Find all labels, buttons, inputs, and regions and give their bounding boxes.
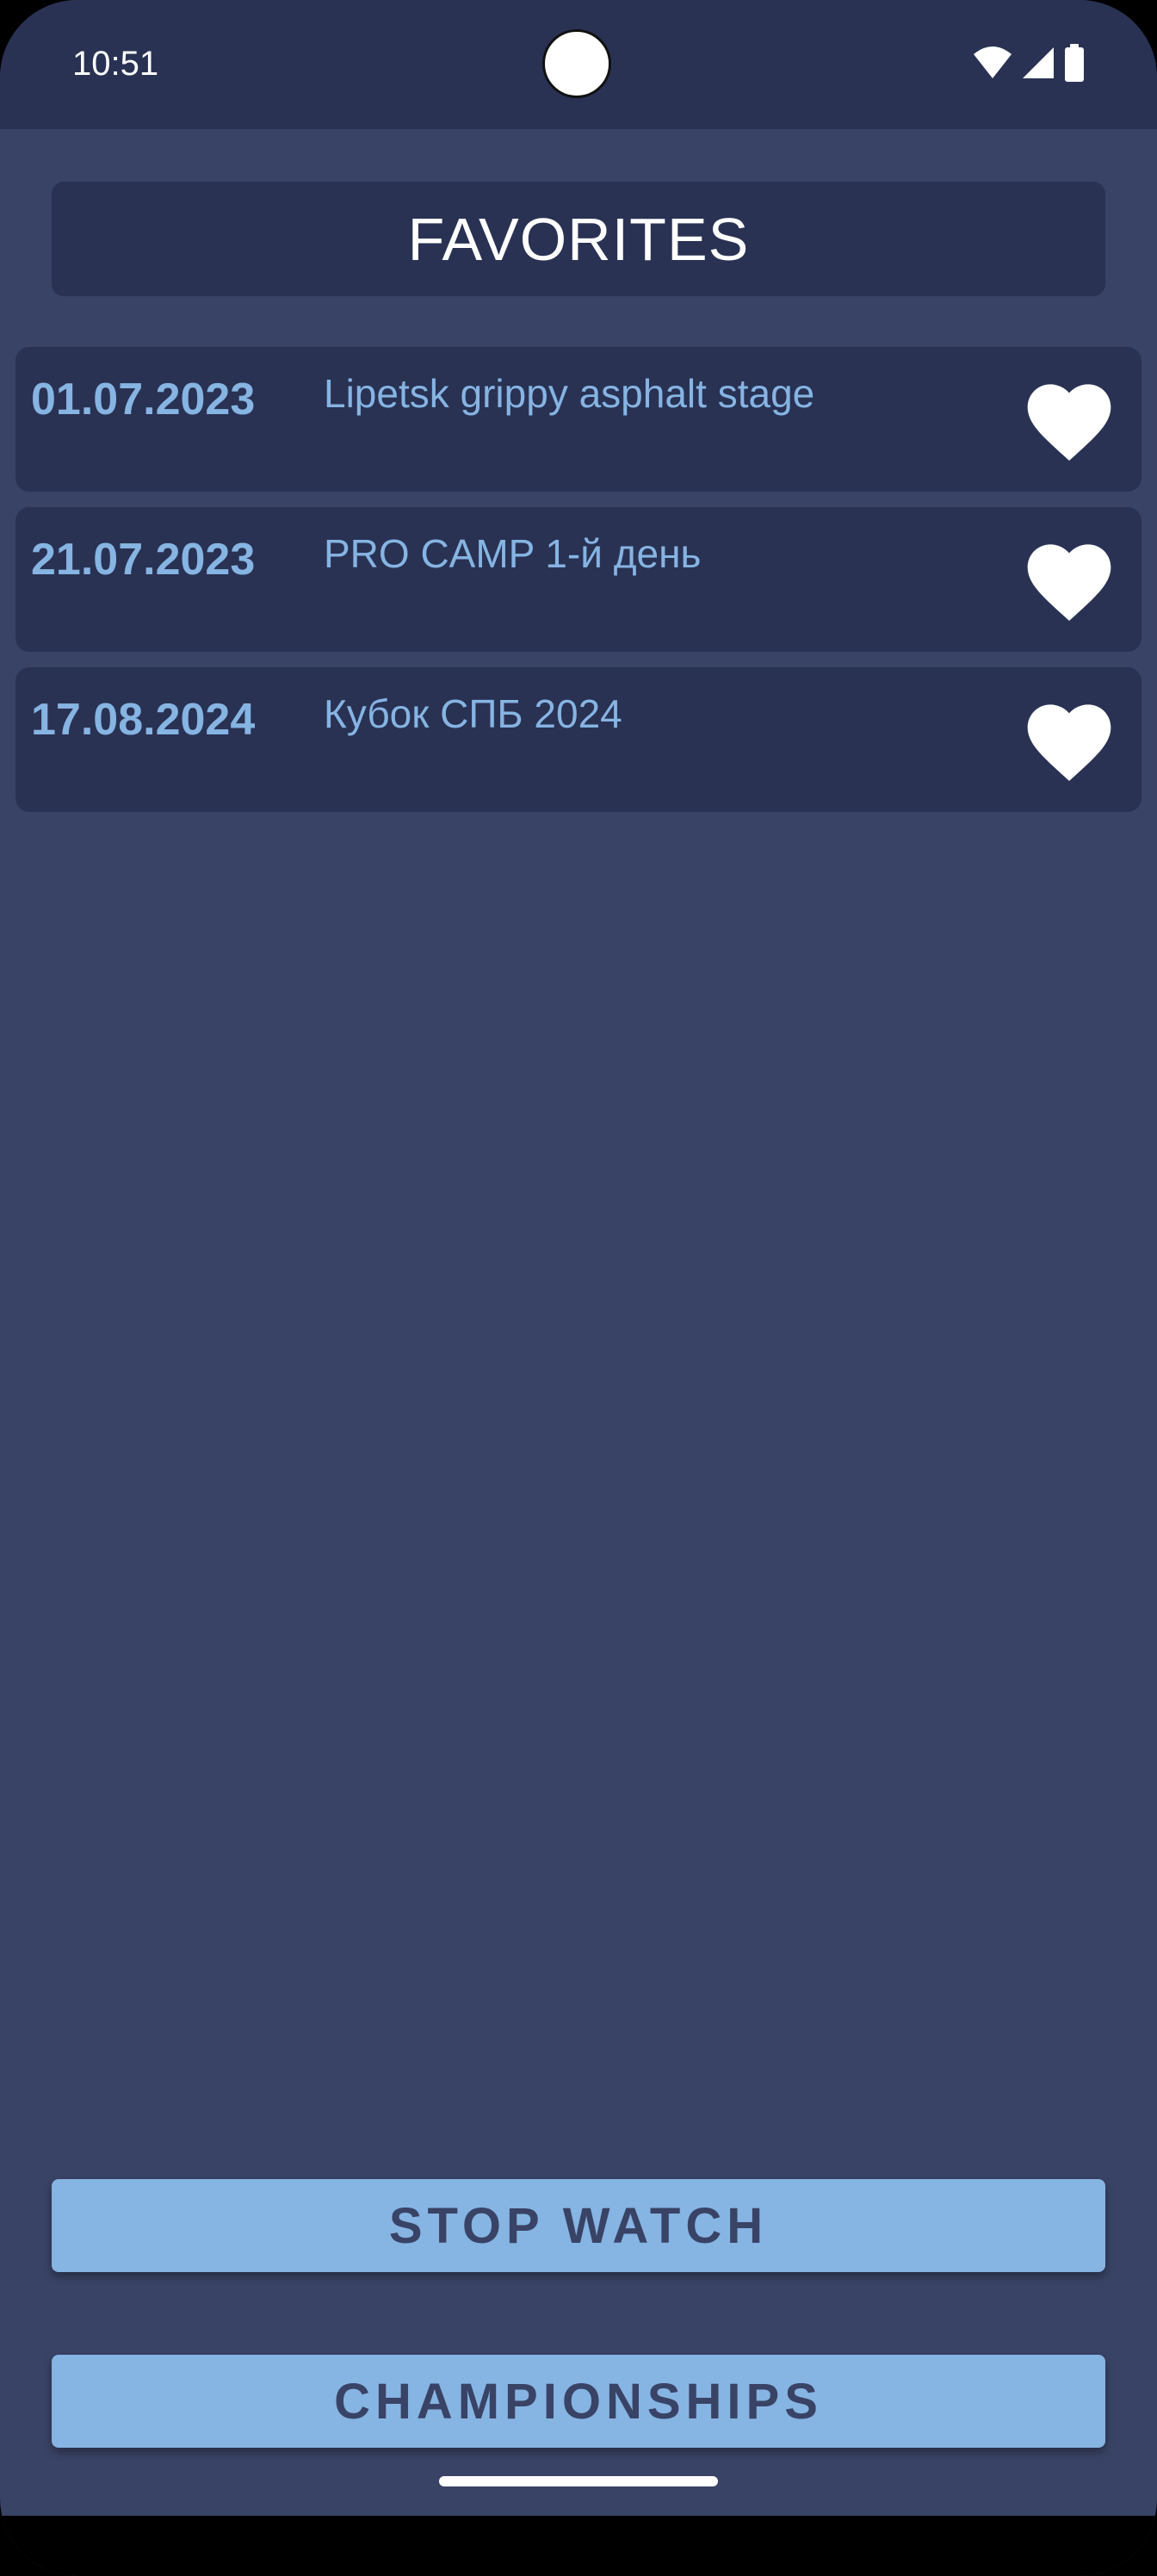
championships-button[interactable]: CHAMPIONSHIPS	[52, 2355, 1105, 2448]
home-gesture-handle[interactable]	[439, 2476, 718, 2486]
battery-icon	[1064, 44, 1085, 82]
front-camera	[542, 29, 611, 98]
signal-icon	[1021, 46, 1055, 80]
page-title: FAVORITES	[407, 205, 750, 273]
heart-icon[interactable]	[1019, 531, 1119, 624]
stop-watch-button[interactable]: STOP WATCH	[52, 2179, 1105, 2272]
heart-icon[interactable]	[1019, 371, 1119, 464]
event-date: 01.07.2023	[31, 375, 256, 424]
navigation-bar	[0, 2516, 1157, 2576]
event-title: PRO CAMP 1-й день	[324, 531, 702, 576]
wifi-icon	[973, 46, 1012, 80]
heart-icon[interactable]	[1019, 691, 1119, 784]
favorites-list: 01.07.2023 Lipetsk grippy asphalt stage …	[15, 347, 1142, 827]
status-time: 10:51	[72, 45, 159, 83]
app-screen: 10:51 FAVORITES 01.07.2023 Lipetsk gripp…	[0, 0, 1157, 2576]
event-title: Кубок СПБ 2024	[324, 691, 622, 736]
list-item-favorite[interactable]: 21.07.2023 PRO CAMP 1-й день	[15, 507, 1142, 652]
event-date: 17.08.2024	[31, 695, 256, 745]
event-title: Lipetsk grippy asphalt stage	[324, 371, 815, 416]
page-header: FAVORITES	[52, 182, 1105, 296]
status-icons	[973, 43, 1085, 83]
event-date: 21.07.2023	[31, 535, 256, 585]
list-item-favorite[interactable]: 17.08.2024 Кубок СПБ 2024	[15, 667, 1142, 812]
list-item-favorite[interactable]: 01.07.2023 Lipetsk grippy asphalt stage	[15, 347, 1142, 492]
status-bar: 10:51	[0, 0, 1157, 129]
